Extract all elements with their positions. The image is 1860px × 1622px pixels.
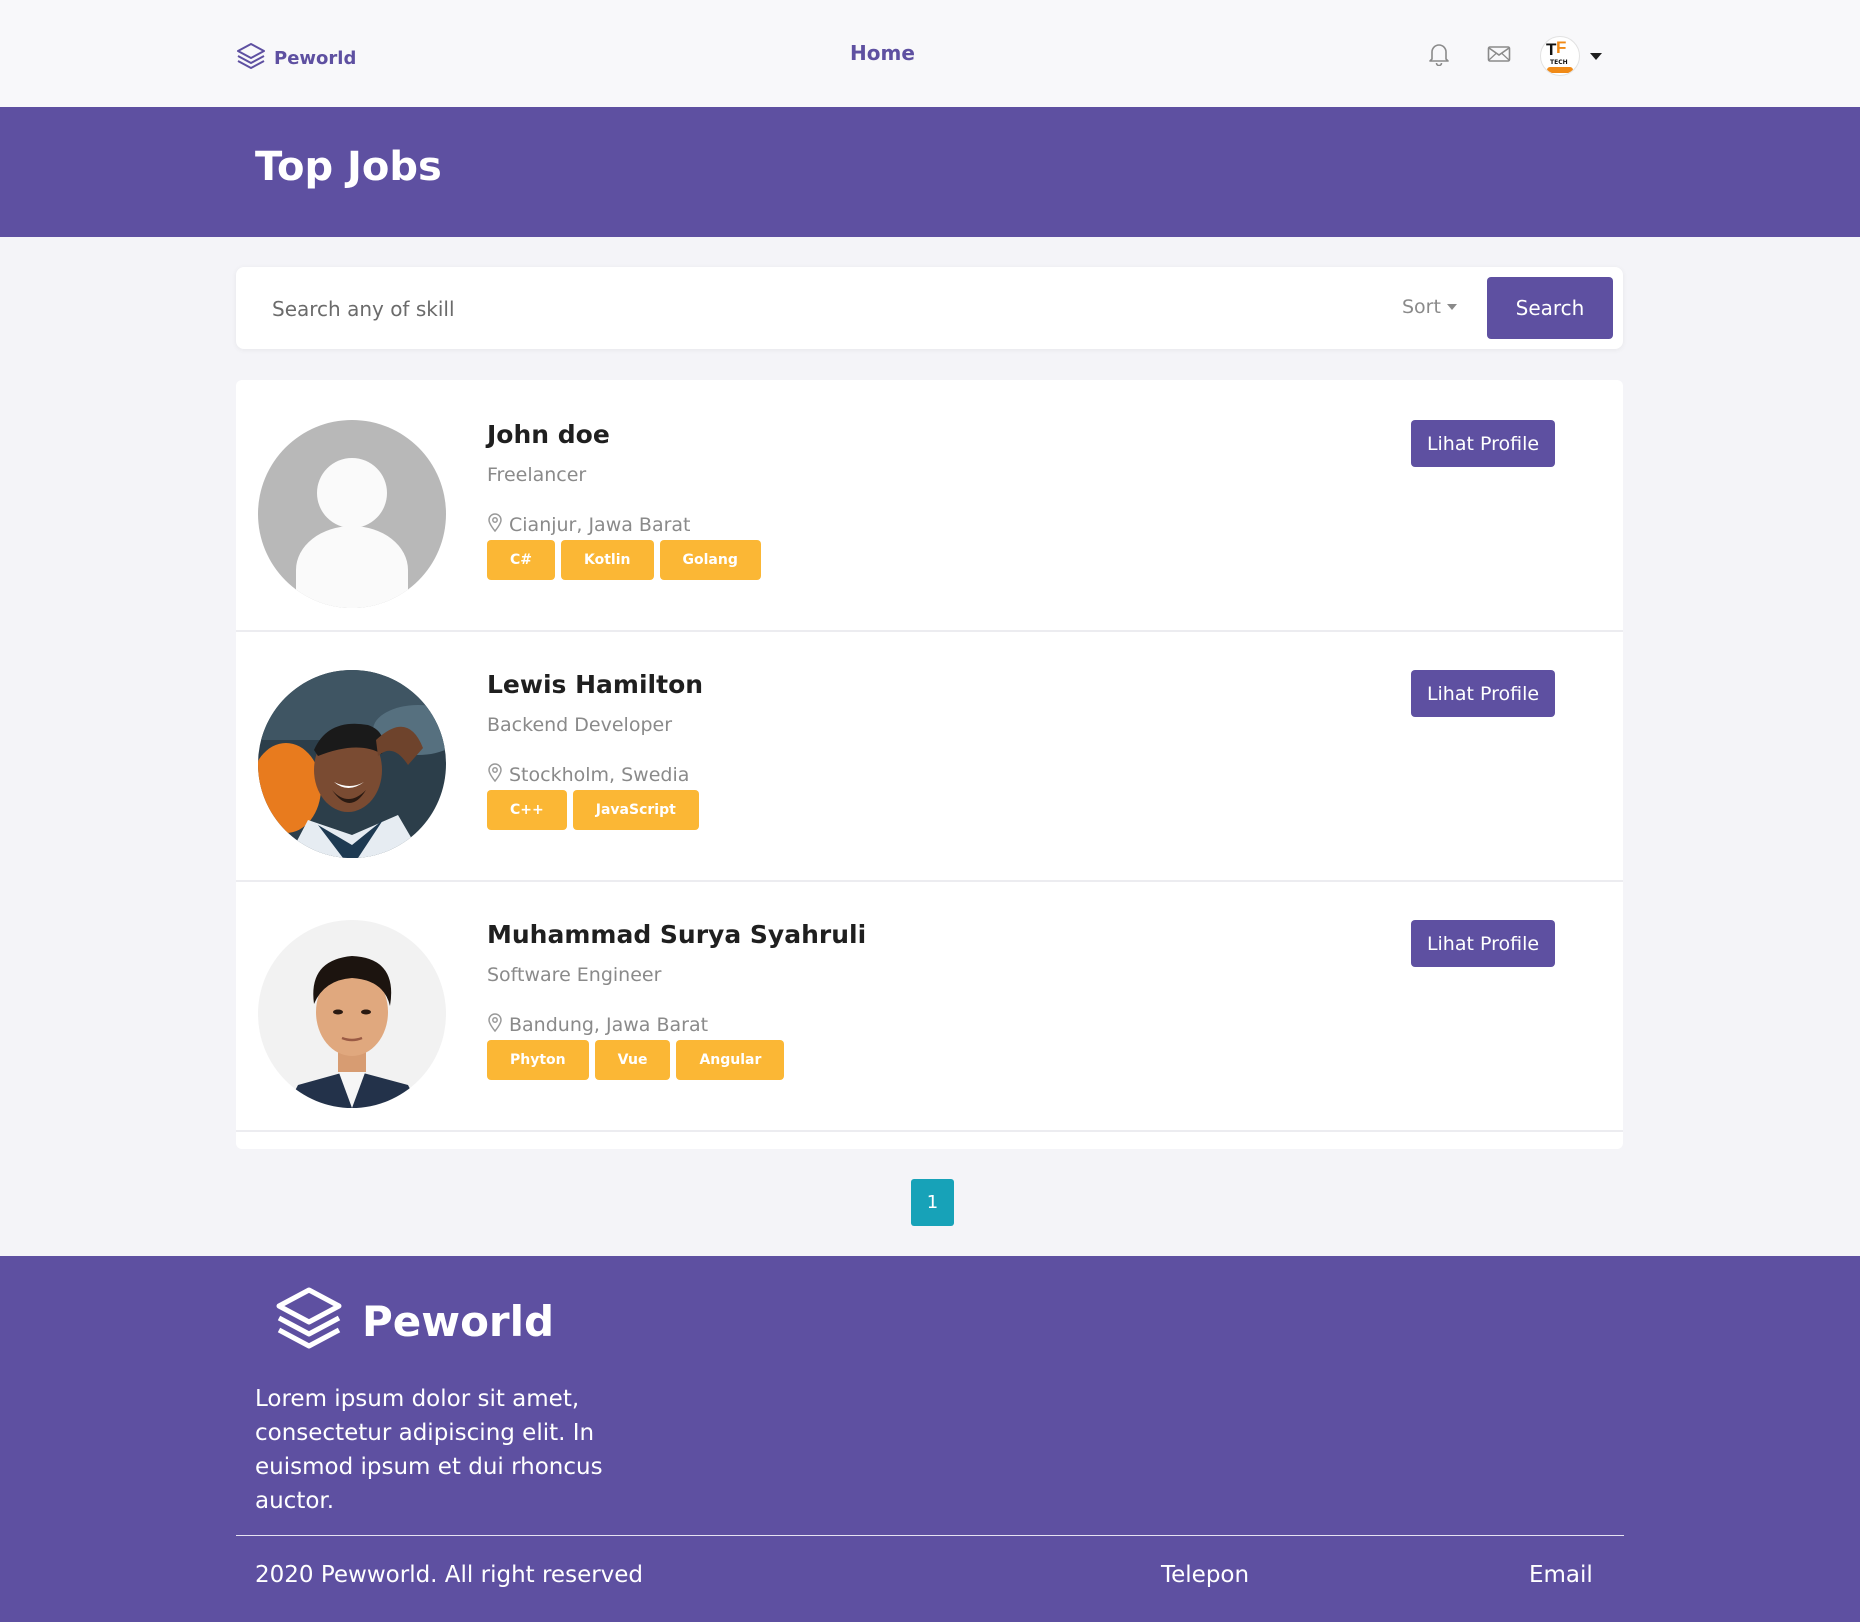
layers-logo-icon	[274, 1286, 344, 1356]
skill-badge: Phyton	[487, 1040, 589, 1080]
location-text: Stockholm, Swedia	[509, 763, 690, 786]
nav-home-link[interactable]: Home	[850, 41, 915, 65]
view-profile-button[interactable]: Lihat Profile	[1411, 420, 1555, 467]
footer-divider	[236, 1535, 1624, 1536]
skill-badge: Kotlin	[561, 540, 654, 580]
avatar-accent	[1547, 67, 1573, 73]
navbar: Peworld Home T F TECH	[0, 0, 1860, 107]
location-text: Bandung, Jawa Barat	[509, 1013, 709, 1036]
profile-name: Muhammad Surya Syahruli	[487, 920, 867, 949]
brand-link[interactable]: Peworld	[236, 42, 356, 74]
search-input[interactable]	[270, 285, 1274, 333]
pagination-page-1[interactable]: 1	[911, 1179, 954, 1226]
footer-brand: Peworld	[274, 1286, 554, 1356]
avatar-letter-t: T	[1546, 40, 1556, 59]
footer: Peworld Lorem ipsum dolor sit amet, cons…	[0, 1256, 1860, 1622]
profile-avatar	[258, 920, 446, 1108]
sort-caret-icon	[1446, 304, 1457, 310]
brand-name: Peworld	[274, 47, 357, 69]
skill-badge: C#	[487, 540, 556, 580]
skill-badge: Vue	[594, 1040, 671, 1080]
footer-description: Lorem ipsum dolor sit amet, consectetur …	[255, 1386, 603, 1514]
skill-list: C# Kotlin Golang	[487, 540, 761, 580]
footer-brand-name: Peworld	[362, 1296, 555, 1346]
user-avatar[interactable]: T F TECH	[1540, 36, 1580, 76]
footer-email-link[interactable]: Email	[1529, 1562, 1593, 1588]
profile-name: John doe	[487, 420, 610, 449]
skill-list: Phyton Vue Angular	[487, 1040, 785, 1080]
profile-avatar	[258, 420, 446, 608]
profile-card: Muhammad Surya Syahruli Software Enginee…	[236, 880, 1623, 1132]
avatar-letter-f: F	[1556, 38, 1567, 57]
view-profile-button[interactable]: Lihat Profile	[1411, 920, 1555, 967]
copyright-text: 2020 Pewworld. All right reserved	[255, 1562, 644, 1588]
bell-icon	[1428, 42, 1450, 70]
location-text: Cianjur, Jawa Barat	[509, 513, 691, 536]
map-pin-icon	[487, 762, 503, 787]
sort-label: Sort	[1402, 296, 1441, 318]
profile-location: Cianjur, Jawa Barat	[487, 512, 691, 537]
profile-location: Bandung, Jawa Barat	[487, 1012, 708, 1037]
profile-list: John doe Freelancer Cianjur, Jawa Barat …	[236, 380, 1623, 1149]
mail-icon	[1487, 45, 1511, 67]
profile-card: John doe Freelancer Cianjur, Jawa Barat …	[236, 380, 1623, 632]
avatar-tech-text: TECH	[1550, 59, 1568, 66]
profile-role: Freelancer	[487, 464, 587, 486]
hero-banner: Top Jobs	[0, 107, 1860, 237]
profile-name: Lewis Hamilton	[487, 670, 704, 699]
layers-logo-icon	[236, 42, 266, 74]
profile-card: Lewis Hamilton Backend Developer Stockho…	[236, 630, 1623, 882]
skill-badge: Angular	[676, 1040, 785, 1080]
map-pin-icon	[487, 512, 503, 537]
skill-list: C++ JavaScript	[487, 790, 699, 830]
nav-actions: T F TECH	[1420, 36, 1602, 76]
footer-telepon-link[interactable]: Telepon	[1161, 1562, 1249, 1588]
message-button[interactable]	[1480, 37, 1518, 75]
profile-role: Software Engineer	[487, 964, 662, 986]
map-pin-icon	[487, 1012, 503, 1037]
notification-button[interactable]	[1420, 37, 1458, 75]
caret-down-icon[interactable]	[1590, 52, 1602, 60]
profile-avatar	[258, 670, 446, 858]
skill-badge: C++	[487, 790, 567, 830]
view-profile-button[interactable]: Lihat Profile	[1411, 670, 1555, 717]
search-button[interactable]: Search	[1487, 277, 1613, 339]
profile-location: Stockholm, Swedia	[487, 762, 689, 787]
skill-badge: JavaScript	[572, 790, 699, 830]
sort-dropdown[interactable]: Sort	[1402, 296, 1457, 318]
profile-role: Backend Developer	[487, 714, 672, 736]
skill-badge: Golang	[659, 540, 761, 580]
search-bar: Sort Search	[236, 267, 1623, 349]
page-title: Top Jobs	[255, 144, 442, 190]
